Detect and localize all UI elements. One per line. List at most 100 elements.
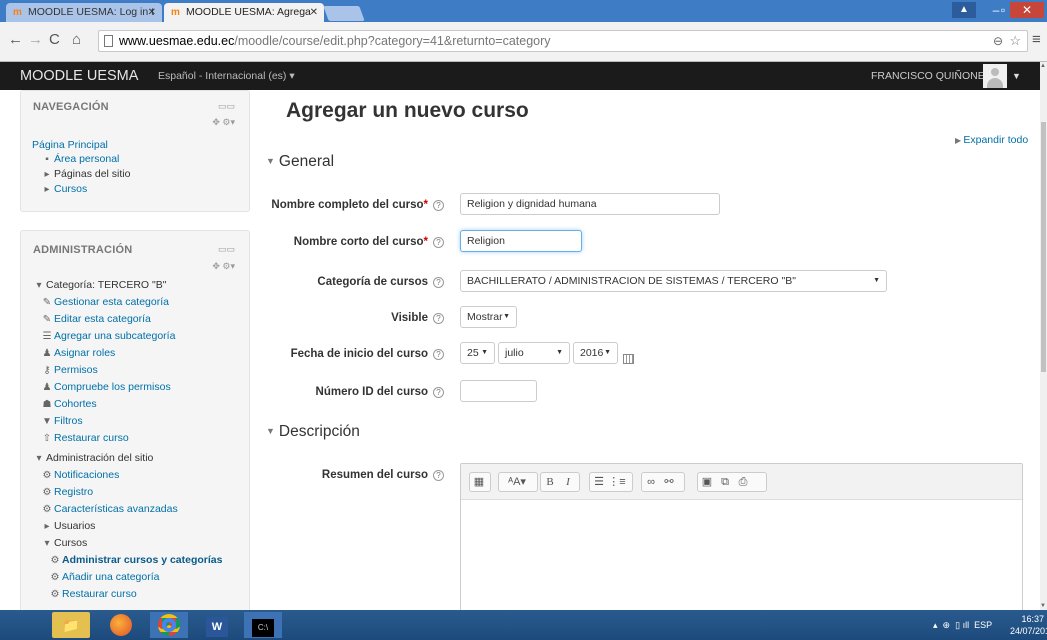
image-icon[interactable]: ▣ — [698, 473, 716, 491]
help-icon[interactable]: ? — [433, 277, 444, 288]
site-admin-node[interactable]: Administración del sitio — [46, 452, 153, 464]
admin-manage-category[interactable]: Gestionar esta categoría — [54, 296, 169, 308]
site-courses-node[interactable]: Cursos — [54, 537, 87, 549]
bold-icon[interactable]: B — [541, 473, 559, 491]
help-icon[interactable]: ? — [433, 313, 444, 324]
user-profile-icon[interactable]: ▲ — [952, 2, 976, 18]
chrome-menu-icon[interactable]: ≡ — [1032, 30, 1041, 50]
link-icon[interactable]: ∞ — [642, 473, 660, 491]
admin-assign-roles[interactable]: Asignar roles — [54, 347, 115, 359]
visible-select[interactable]: Mostrar ▼ — [460, 306, 517, 328]
admin-restore-course[interactable]: Restaurar curso — [54, 432, 129, 444]
terminal-icon[interactable]: C:\ — [244, 612, 282, 638]
collapse-arrow-icon[interactable]: ▾ — [32, 277, 46, 294]
avatar[interactable] — [983, 64, 1007, 88]
system-clock[interactable]: 16:37 24/07/2016 — [1010, 613, 1047, 637]
italic-icon[interactable]: I — [559, 473, 577, 491]
section-description-header[interactable]: ▼ Descripción — [266, 423, 360, 441]
file-explorer-icon[interactable]: 📁 — [52, 612, 90, 638]
admin-cohorts[interactable]: Cohortes — [54, 398, 97, 410]
link-group[interactable]: ∞ ⚯ — [641, 472, 685, 492]
section-general-header[interactable]: ▼ General — [266, 153, 334, 171]
new-tab-button[interactable] — [323, 6, 365, 21]
help-icon[interactable]: ? — [433, 237, 444, 248]
word-icon[interactable]: W — [198, 612, 236, 638]
start-day-select[interactable]: 25 ▼ — [460, 342, 495, 364]
expand-arrow-icon[interactable]: ▸ — [40, 518, 54, 535]
fullname-input[interactable]: Religion y dignidad humana — [460, 193, 720, 215]
text-style-button[interactable]: ᴬA▾ — [498, 472, 538, 492]
file-manage-icon[interactable]: ⎙ — [734, 473, 752, 491]
forward-arrow-icon[interactable]: → — [28, 30, 43, 50]
site-users-node[interactable]: Usuarios — [54, 520, 95, 532]
back-arrow-icon[interactable]: ← — [8, 30, 23, 50]
admin-edit-category[interactable]: Editar esta categoría — [54, 313, 151, 325]
site-manage-courses[interactable]: Administrar cursos y categorías — [62, 554, 222, 566]
signal-icon[interactable]: ıll — [963, 620, 970, 630]
help-icon[interactable]: ? — [433, 387, 444, 398]
help-icon[interactable]: ? — [433, 200, 444, 211]
site-add-category[interactable]: Añadir una categoría — [62, 571, 159, 583]
close-window-icon[interactable]: ✕ — [1010, 2, 1044, 18]
collapse-arrow-icon[interactable]: ▾ — [40, 535, 54, 552]
network-icon[interactable]: ⊕ — [943, 620, 951, 630]
nav-site-pages[interactable]: Páginas del sitio — [54, 168, 130, 180]
firefox-icon[interactable] — [102, 612, 140, 638]
battery-icon[interactable]: ▯ — [955, 620, 960, 630]
category-node[interactable]: Categoría: TERCERO "B" — [46, 279, 166, 291]
tray-arrow-icon[interactable]: ▴ — [933, 620, 938, 630]
scroll-down-icon[interactable]: ▼ — [1040, 602, 1046, 610]
bold-italic-group[interactable]: BI — [540, 472, 580, 492]
shortname-input[interactable]: Religion — [460, 230, 582, 252]
close-tab-icon[interactable]: ✕ — [148, 3, 156, 22]
toolbar-toggle-button[interactable]: ▦ — [469, 472, 491, 492]
admin-check-permissions[interactable]: Compruebe los permisos — [54, 381, 171, 393]
site-advanced-features[interactable]: Características avanzadas — [54, 503, 178, 515]
site-notifications[interactable]: Notificaciones — [54, 469, 119, 481]
expand-all-link[interactable]: ▶ Expandir todo — [955, 134, 1028, 146]
nav-home-link[interactable]: Página Principal — [32, 139, 108, 151]
scrollbar-thumb[interactable] — [1041, 122, 1046, 372]
chrome-icon[interactable] — [150, 612, 188, 638]
collapse-arrow-icon[interactable]: ▾ — [32, 450, 46, 467]
site-brand[interactable]: MOODLE UESMA — [20, 62, 138, 90]
list-group[interactable]: ☰ ⋮≡ — [589, 472, 633, 492]
block-actions-icon[interactable]: ✥ ⚙▾ — [212, 261, 235, 272]
site-registration[interactable]: Registro — [54, 486, 93, 498]
input-language[interactable]: ESP — [974, 620, 992, 630]
site-restore-course[interactable]: Restaurar curso — [62, 588, 137, 600]
zoom-icon[interactable]: ⊖ — [993, 31, 1003, 51]
dock-icon[interactable]: ▭▭ — [218, 244, 235, 255]
close-tab-icon[interactable]: ✕ — [310, 3, 318, 22]
browser-tab-login[interactable]: m MOODLE UESMA: Log in t ✕ — [6, 3, 162, 22]
start-year-select[interactable]: 2016 ▼ — [573, 342, 618, 364]
help-icon[interactable]: ? — [433, 470, 444, 481]
maximize-icon[interactable]: ▫ — [996, 2, 1010, 18]
media-group[interactable]: ▣ ⧉ ⎙ — [697, 472, 767, 492]
language-menu[interactable]: Español - Internacional (es) ▾ — [158, 62, 295, 90]
admin-filters[interactable]: Filtros — [54, 415, 83, 427]
bookmark-star-icon[interactable]: ☆ — [1009, 31, 1021, 51]
dock-icon[interactable]: ▭▭ — [218, 101, 235, 112]
unlink-icon[interactable]: ⚯ — [660, 473, 678, 491]
calendar-icon[interactable] — [623, 354, 634, 364]
block-actions-icon[interactable]: ✥ ⚙▾ — [212, 117, 235, 128]
help-icon[interactable]: ? — [433, 349, 444, 360]
reload-icon[interactable]: C — [49, 30, 60, 50]
nav-courses[interactable]: Cursos — [54, 183, 87, 195]
start-month-select[interactable]: julio ▼ — [498, 342, 570, 364]
address-bar[interactable]: www.uesmae.edu.ec/moodle/course/edit.php… — [98, 30, 1028, 52]
media-icon[interactable]: ⧉ — [716, 473, 734, 491]
user-name[interactable]: FRANCISCO QUIÑONEZ — [871, 62, 991, 90]
expand-arrow-icon[interactable]: ▸ — [40, 181, 54, 198]
summary-editor[interactable]: ▦ ᴬA▾ BI ☰ ⋮≡ ∞ ⚯ ▣ ⧉ ⎙ — [460, 463, 1023, 610]
admin-add-subcategory[interactable]: Agregar una subcategoría — [54, 330, 175, 342]
page-scrollbar[interactable]: ▲ ▼ — [1040, 62, 1047, 610]
admin-permissions[interactable]: Permisos — [54, 364, 98, 376]
nav-personal-area[interactable]: Área personal — [54, 153, 119, 165]
home-icon[interactable]: ⌂ — [72, 30, 81, 50]
category-select[interactable]: BACHILLERATO / ADMINISTRACION DE SISTEMA… — [460, 270, 887, 292]
idnumber-input[interactable] — [460, 380, 537, 402]
scroll-up-icon[interactable]: ▲ — [1040, 62, 1046, 70]
unordered-list-icon[interactable]: ☰ — [590, 473, 608, 491]
